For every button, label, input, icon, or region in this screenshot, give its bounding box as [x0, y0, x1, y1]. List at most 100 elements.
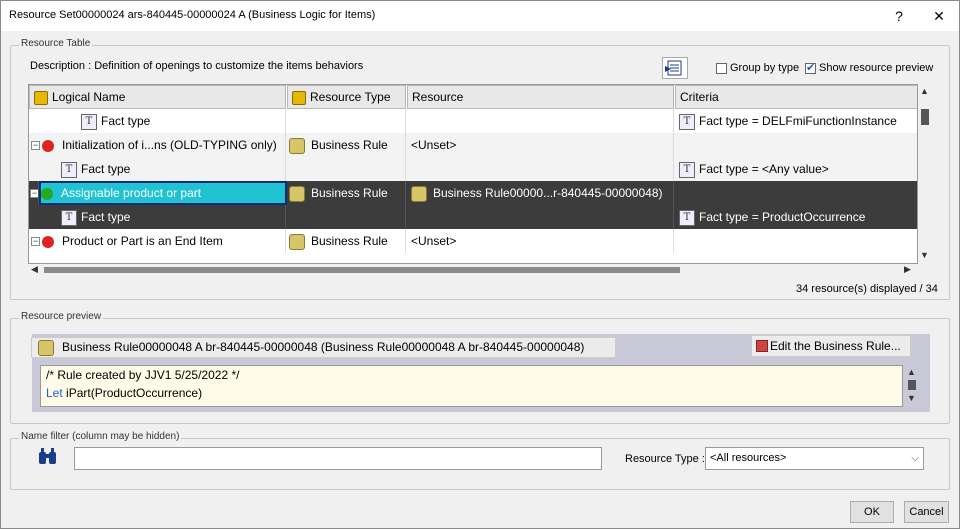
fact-type-icon: T [81, 113, 97, 130]
cell-criteria [675, 229, 917, 253]
header-label: Resource [412, 90, 464, 104]
chevron-down-icon: ⌵ [911, 453, 919, 464]
code-keyword: Let [46, 386, 63, 400]
cell-criteria: T Fact type = <Any value> [675, 157, 917, 181]
column-header-criteria[interactable]: Criteria [675, 85, 917, 109]
cell-logical-name: T Fact type [29, 109, 286, 133]
cell-resource-type [287, 109, 406, 133]
unset-status-icon [42, 139, 54, 152]
cell-resource [407, 205, 674, 229]
cell-resource: Business Rule00000...r-840445-00000048) [407, 181, 674, 205]
header-label: Resource Type [310, 90, 391, 104]
table-row-selected[interactable]: − Assignable product or part Business Ru… [29, 181, 917, 205]
cell-expander: − [29, 181, 39, 205]
business-rule-icon [289, 233, 305, 250]
scroll-thumb[interactable] [921, 109, 929, 125]
column-header-resource-type[interactable]: Resource Type [287, 85, 406, 109]
cancel-button[interactable]: Cancel [904, 501, 949, 523]
edit-label: Edit the Business Rule... [770, 339, 901, 353]
fact-type-icon: T [679, 209, 695, 226]
column-header-logical-name[interactable]: Logical Name [29, 85, 286, 109]
show-preview-checkbox[interactable] [805, 61, 816, 74]
resource-type-value: <All resources> [710, 452, 787, 464]
unset-status-icon [42, 235, 54, 248]
fact-type-icon: T [61, 161, 77, 178]
resource-table-legend: Resource Table [19, 38, 93, 49]
collapse-toggle[interactable]: − [30, 189, 38, 199]
edit-business-rule-button[interactable]: Edit the Business Rule... [751, 335, 911, 357]
window-title: Resource Set00000024 ars-840445-00000024… [9, 9, 376, 21]
export-icon [665, 60, 682, 76]
code-text: iPart(ProductOccurrence) [62, 386, 203, 400]
scroll-right-icon[interactable]: ▶ [904, 264, 911, 275]
table-row[interactable]: T Fact type T Fact type = DELFmiFunctionIn… [29, 109, 917, 133]
export-button[interactable] [662, 57, 688, 79]
table-vertical-scrollbar[interactable]: ▲ ▼ [918, 84, 932, 264]
cell-logical-name: − Product or Part is an End Item [29, 229, 286, 253]
cell-resource [407, 109, 674, 133]
header-label: Logical Name [52, 90, 126, 104]
code-line: Let iPart(ProductOccurrence) [46, 384, 902, 402]
group-by-type-checkbox[interactable] [716, 63, 727, 74]
scroll-up-icon[interactable]: ▲ [907, 367, 916, 377]
resource-preview-legend: Resource preview [19, 311, 104, 322]
code-line: /* Rule created by JJV1 5/25/2022 */ [46, 368, 240, 382]
edit-icon [756, 340, 768, 352]
scroll-thumb[interactable] [908, 380, 916, 390]
collapse-toggle[interactable]: − [31, 237, 40, 247]
cell-logical-name: T Fact type [29, 157, 286, 181]
cell-resource-type: Business Rule [287, 181, 406, 205]
collapse-toggle[interactable]: − [31, 141, 40, 151]
table-row[interactable]: T Fact type T Fact type = <Any value> [29, 157, 917, 181]
business-rule-name: Business Rule00000048 A br-840445-000000… [31, 337, 616, 358]
fact-type-icon: T [679, 161, 695, 178]
business-rule-icon [289, 137, 305, 154]
fact-type-icon: T [679, 113, 695, 130]
resource-type-select[interactable]: <All resources> ⌵ [705, 447, 924, 470]
business-rule-icon [411, 185, 427, 202]
lock-icon [34, 90, 48, 105]
rule-name-text: Business Rule00000048 A br-840445-000000… [62, 340, 585, 354]
cell-logical-name[interactable]: Assignable product or part [39, 181, 287, 205]
scroll-thumb[interactable] [44, 267, 680, 273]
resource-count: 34 resource(s) displayed / 34 [796, 283, 938, 295]
close-button[interactable]: ✕ [925, 5, 953, 27]
cell-criteria [675, 133, 917, 157]
ok-button[interactable]: OK [850, 501, 894, 523]
resource-type-label: Resource Type : [625, 453, 705, 465]
cell-resource [407, 157, 674, 181]
header-label: Criteria [680, 90, 719, 104]
table-row-selected[interactable]: T Fact type T Fact type = ProductOccurrenc… [29, 205, 917, 229]
fact-type-icon: T [61, 209, 77, 226]
business-rule-icon [289, 185, 305, 202]
name-filter-input[interactable] [74, 447, 602, 470]
scroll-left-icon[interactable]: ◀ [31, 264, 38, 275]
cell-criteria: T Fact type = DELFmiFunctionInstance [675, 109, 917, 133]
table-row[interactable]: − Product or Part is an End Item Business… [29, 229, 917, 253]
help-button[interactable]: ? [885, 5, 913, 27]
rule-code-preview: /* Rule created by JJV1 5/25/2022 */ Let… [40, 365, 903, 407]
dialog-window: Resource Set00000024 ars-840445-00000024… [0, 0, 960, 529]
cell-criteria: T Fact type = ProductOccurrence [675, 205, 917, 229]
cell-resource: <Unset> [407, 133, 674, 157]
scroll-down-icon[interactable]: ▼ [907, 393, 916, 403]
scroll-down-icon[interactable]: ▼ [920, 250, 929, 260]
code-scrollbar[interactable]: ▲ ▼ [904, 365, 920, 407]
cell-resource-type [287, 205, 406, 229]
column-header-resource[interactable]: Resource [407, 85, 674, 109]
binoculars-icon [39, 448, 56, 464]
show-preview-label: Show resource preview [819, 62, 934, 74]
name-filter-legend: Name filter (column may be hidden) [19, 431, 182, 442]
cell-logical-name: T Fact type [29, 205, 286, 229]
table-horizontal-scrollbar[interactable]: ◀ ▶ [28, 264, 918, 276]
group-by-type-label: Group by type [730, 62, 800, 74]
cell-resource: <Unset> [407, 229, 674, 253]
lock-icon [292, 90, 306, 105]
title-bar: Resource Set00000024 ars-840445-00000024… [1, 1, 959, 31]
table-row[interactable]: − Initialization of i...ns (OLD-TYPING on… [29, 133, 917, 157]
cell-logical-name: − Initialization of i...ns (OLD-TYPING on… [29, 133, 286, 157]
resource-table: Logical Name Resource Type Resource Crit… [28, 84, 918, 264]
cell-criteria [675, 181, 917, 205]
scroll-up-icon[interactable]: ▲ [920, 86, 929, 96]
cell-resource-type: Business Rule [287, 133, 406, 157]
